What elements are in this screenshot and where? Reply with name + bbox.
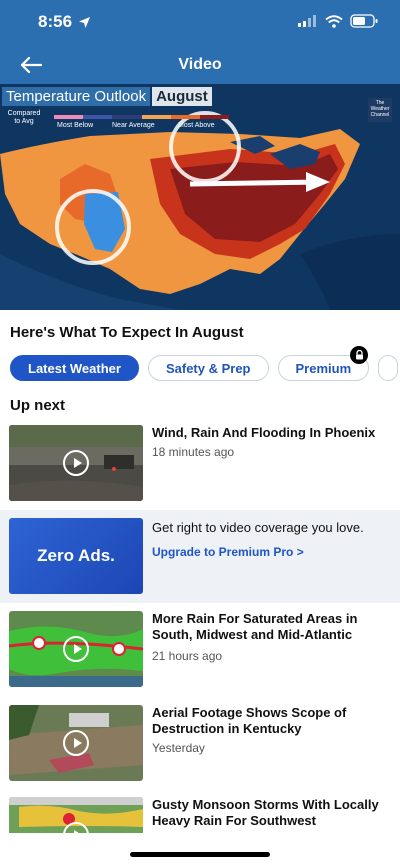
video-timestamp: Yesterday [152, 741, 205, 755]
video-timestamp: 21 hours ago [152, 649, 223, 663]
wifi-icon [325, 14, 343, 28]
video-item[interactable]: Aerial Footage Shows Scope of Destructio… [0, 705, 400, 791]
map-legend: Compared to Avg Most Below Near Average … [2, 110, 230, 132]
signal-icon [298, 15, 316, 27]
chip-safety-prep[interactable]: Safety & Prep [147, 355, 269, 381]
chip-more[interactable] [378, 355, 399, 381]
ad-thumbnail: Zero Ads. [9, 518, 143, 594]
page-title: Video [178, 56, 222, 73]
home-indicator [130, 852, 270, 857]
video-player[interactable]: Temperature Outlook August Compared to A… [0, 84, 400, 310]
location-arrow-icon [79, 16, 91, 28]
video-thumbnail [9, 705, 143, 781]
ad-text: Get right to video coverage you love. [152, 520, 364, 535]
video-item[interactable]: More Rain For Saturated Areas in South, … [0, 611, 400, 697]
video-item[interactable]: Wind, Rain And Flooding In Phoenix 18 mi… [0, 425, 400, 511]
clock-text: 8:56 [38, 12, 73, 31]
chip-premium[interactable]: Premium [277, 346, 370, 381]
chip-latest-weather[interactable]: Latest Weather [10, 355, 139, 381]
video-timestamp: 18 minutes ago [152, 445, 235, 459]
category-chips: Latest Weather Safety & Prep Premium [10, 346, 399, 381]
legend-compared-label: Compared to Avg [7, 110, 41, 125]
video-thumbnail [9, 425, 143, 501]
map-title-main: Temperature Outlook [2, 87, 151, 106]
up-next-heading: Up next [10, 397, 66, 414]
premium-ad[interactable]: Zero Ads. Get right to video coverage yo… [0, 510, 400, 603]
chip-premium-label: Premium [295, 360, 352, 376]
status-time: 8:56 [38, 12, 91, 32]
legend-most-below: Most Below [57, 122, 94, 129]
weather-channel-logo: The Weather Channel [368, 98, 392, 122]
battery-icon [350, 14, 378, 28]
lock-icon [350, 346, 369, 364]
legend-color-bar [54, 115, 230, 119]
video-title: Wind, Rain And Flooding In Phoenix [152, 425, 376, 440]
legend-most-above: Most Above [178, 122, 215, 129]
video-item[interactable]: Gusty Monsoon Storms With Locally Heavy … [0, 797, 400, 833]
status-icons [298, 14, 378, 28]
video-title: Gusty Monsoon Storms With Locally Heavy … [152, 797, 379, 828]
top-bar: 8:56 Video [0, 0, 400, 84]
play-icon [63, 450, 89, 476]
video-title: More Rain For Saturated Areas in South, … [152, 611, 358, 642]
video-thumbnail [9, 611, 143, 687]
video-title: Aerial Footage Shows Scope of Destructio… [152, 705, 347, 736]
play-icon [63, 636, 89, 662]
upgrade-link[interactable]: Upgrade to Premium Pro > [152, 545, 304, 559]
section-title: Here's What To Expect In August [10, 324, 244, 341]
map-title: Temperature Outlook August [2, 87, 212, 106]
play-icon [63, 730, 89, 756]
status-bar: 8:56 [0, 0, 400, 46]
map-title-month: August [152, 87, 212, 106]
video-thumbnail [9, 797, 143, 833]
nav-bar: Video [0, 46, 400, 84]
legend-near-average: Near Average [112, 122, 155, 129]
